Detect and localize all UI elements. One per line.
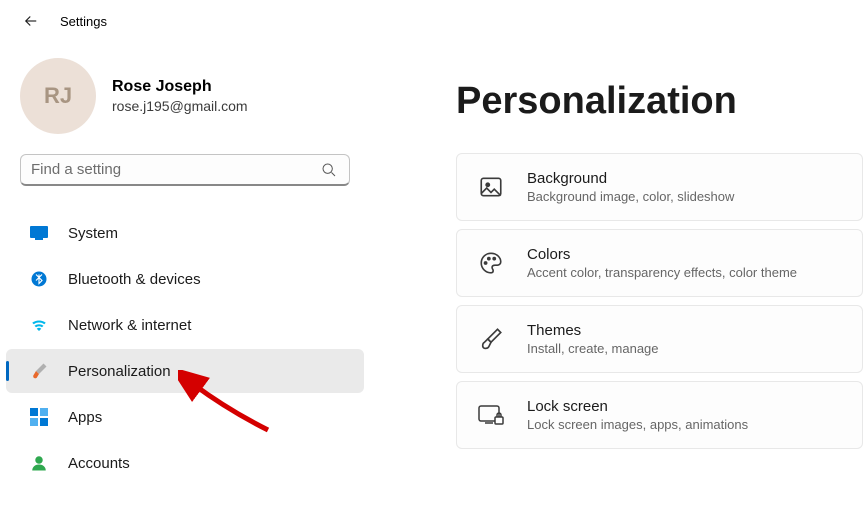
nav-item-apps[interactable]: Apps [6, 395, 364, 439]
card-sub: Install, create, manage [527, 341, 659, 356]
user-name: Rose Joseph [112, 78, 248, 96]
search-box[interactable] [20, 154, 350, 186]
nav-item-label: System [68, 225, 118, 242]
nav-item-network[interactable]: Network & internet [6, 303, 364, 347]
nav-item-label: Apps [68, 409, 102, 426]
card-lock-screen[interactable]: Lock screen Lock screen images, apps, an… [456, 381, 863, 449]
title-bar: Settings [0, 0, 863, 40]
search-input[interactable] [31, 161, 321, 178]
card-background[interactable]: Background Background image, color, slid… [456, 153, 863, 221]
card-themes[interactable]: Themes Install, create, manage [456, 305, 863, 373]
card-text: Lock screen Lock screen images, apps, an… [527, 398, 748, 432]
bluetooth-icon [30, 270, 48, 288]
card-sub: Background image, color, slideshow [527, 189, 734, 204]
nav-item-label: Accounts [68, 455, 130, 472]
card-text: Themes Install, create, manage [527, 322, 659, 356]
apps-icon [30, 408, 48, 426]
nav-item-system[interactable]: System [6, 211, 364, 255]
nav-item-label: Network & internet [68, 317, 191, 334]
search-wrap [0, 154, 370, 198]
user-email: rose.j195@gmail.com [112, 98, 248, 114]
search-icon [321, 162, 337, 178]
person-icon [30, 454, 48, 472]
card-text: Background Background image, color, slid… [527, 170, 734, 204]
paintbrush-icon [30, 362, 48, 380]
nav-item-label: Personalization [68, 363, 171, 380]
page-title: Personalization [456, 80, 863, 123]
nav-item-bluetooth[interactable]: Bluetooth & devices [6, 257, 364, 301]
palette-icon [477, 249, 505, 277]
user-block[interactable]: RJ Rose Joseph rose.j195@gmail.com [0, 46, 370, 154]
main-content: Personalization Background Background im… [456, 80, 863, 449]
sidebar: RJ Rose Joseph rose.j195@gmail.com Syste… [0, 46, 370, 486]
app-title: Settings [60, 14, 107, 29]
card-sub: Lock screen images, apps, animations [527, 417, 748, 432]
card-title: Lock screen [527, 398, 748, 415]
back-arrow-icon [22, 12, 40, 30]
card-sub: Accent color, transparency effects, colo… [527, 265, 797, 280]
brush-icon [477, 325, 505, 353]
lock-screen-icon [477, 401, 505, 429]
back-button[interactable] [22, 12, 40, 30]
user-text: Rose Joseph rose.j195@gmail.com [112, 78, 248, 114]
wifi-icon [30, 316, 48, 334]
nav-list: System Bluetooth & devices Network & int… [0, 198, 370, 486]
card-title: Background [527, 170, 734, 187]
system-icon [30, 224, 48, 242]
settings-cards: Background Background image, color, slid… [456, 153, 863, 449]
nav-item-label: Bluetooth & devices [68, 271, 201, 288]
nav-item-personalization[interactable]: Personalization [6, 349, 364, 393]
card-title: Themes [527, 322, 659, 339]
card-text: Colors Accent color, transparency effect… [527, 246, 797, 280]
card-colors[interactable]: Colors Accent color, transparency effect… [456, 229, 863, 297]
card-title: Colors [527, 246, 797, 263]
nav-item-accounts[interactable]: Accounts [6, 441, 364, 485]
avatar: RJ [20, 58, 96, 134]
image-icon [477, 173, 505, 201]
